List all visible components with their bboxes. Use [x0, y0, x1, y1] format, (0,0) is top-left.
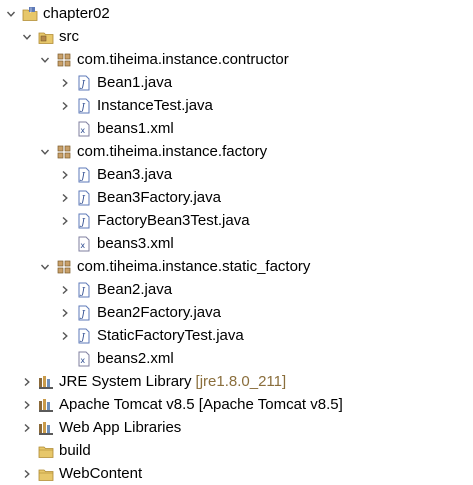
file-label: Bean2Factory.java [97, 304, 221, 321]
java-file-icon [76, 98, 92, 114]
tree-node-file[interactable]: Bean3.java [58, 163, 172, 186]
expand-chevron-right-icon[interactable] [58, 301, 72, 324]
java-file-icon [76, 190, 92, 206]
java-file-icon [76, 305, 92, 321]
tree-node-package-contructor[interactable]: com.tiheima.instance.contructor [38, 48, 289, 71]
tree-node-file[interactable]: StaticFactoryTest.java [58, 324, 244, 347]
tree-node-file[interactable]: beans3.xml [58, 232, 174, 255]
tree-node-file[interactable]: Bean2Factory.java [58, 301, 221, 324]
project-explorer-tree: chapter02 src com.tiheima.instance.contr… [0, 0, 473, 482]
expand-chevron-right-icon[interactable] [58, 163, 72, 186]
xml-file-icon [76, 351, 92, 367]
expand-chevron-down-icon[interactable] [38, 140, 52, 163]
folder-label: build [59, 442, 91, 459]
package-label: com.tiheima.instance.contructor [77, 51, 289, 68]
xml-file-icon [76, 236, 92, 252]
expand-chevron-right-icon[interactable] [58, 186, 72, 209]
tree-node-package-static-factory[interactable]: com.tiheima.instance.static_factory [38, 255, 310, 278]
tree-node-file[interactable]: Bean3Factory.java [58, 186, 221, 209]
file-label: Bean1.java [97, 74, 173, 91]
expand-chevron-right-icon[interactable] [58, 94, 72, 117]
java-project-icon [22, 6, 38, 22]
package-icon [56, 259, 72, 275]
library-icon [38, 374, 54, 390]
java-file-icon [76, 75, 92, 91]
tree-node-tomcat-library[interactable]: Apache Tomcat v8.5 [Apache Tomcat v8.5] [20, 393, 343, 416]
tree-node-src[interactable]: src [20, 25, 79, 48]
tree-node-package-factory[interactable]: com.tiheima.instance.factory [38, 140, 267, 163]
package-label: com.tiheima.instance.static_factory [77, 258, 311, 275]
java-file-icon [76, 282, 92, 298]
file-label: InstanceTest.java [97, 97, 213, 114]
package-icon [56, 144, 72, 160]
expand-chevron-down-icon[interactable] [20, 25, 34, 48]
file-label: Bean3.java [97, 166, 173, 183]
tree-node-webapp-libraries[interactable]: Web App Libraries [20, 416, 181, 439]
tree-node-file[interactable]: beans2.xml [58, 347, 174, 370]
java-file-icon [76, 167, 92, 183]
expand-chevron-down-icon[interactable] [4, 2, 18, 25]
xml-file-icon [76, 121, 92, 137]
expand-chevron-right-icon[interactable] [20, 370, 34, 393]
expand-chevron-down-icon[interactable] [38, 48, 52, 71]
tree-node-file[interactable]: FactoryBean3Test.java [58, 209, 250, 232]
folder-icon [38, 443, 54, 459]
library-icon [38, 420, 54, 436]
tree-node-project[interactable]: chapter02 [4, 2, 110, 25]
java-file-icon [76, 213, 92, 229]
folder-icon [38, 466, 54, 482]
expand-chevron-right-icon[interactable] [58, 71, 72, 94]
tree-node-file[interactable]: Bean2.java [58, 278, 172, 301]
file-label: beans3.xml [97, 235, 174, 252]
tree-node-build-folder[interactable]: build [20, 439, 91, 462]
java-file-icon [76, 328, 92, 344]
library-icon [38, 397, 54, 413]
package-icon [56, 52, 72, 68]
package-label: com.tiheima.instance.factory [77, 143, 268, 160]
expand-chevron-down-icon[interactable] [38, 255, 52, 278]
tree-node-jre-library[interactable]: JRE System Library [jre1.8.0_211] [20, 370, 286, 393]
file-label: StaticFactoryTest.java [97, 327, 244, 344]
source-folder-icon [38, 29, 54, 45]
expand-chevron-right-icon[interactable] [20, 416, 34, 439]
library-label: Web App Libraries [59, 419, 182, 436]
library-label: JRE System Library [59, 373, 192, 390]
tree-node-file[interactable]: beans1.xml [58, 117, 174, 140]
library-label: Apache Tomcat v8.5 [Apache Tomcat v8.5] [59, 396, 343, 413]
expand-chevron-right-icon[interactable] [58, 278, 72, 301]
file-label: Bean2.java [97, 281, 173, 298]
src-label: src [59, 28, 79, 45]
expand-chevron-right-icon[interactable] [58, 209, 72, 232]
file-label: beans2.xml [97, 350, 174, 367]
expand-chevron-right-icon[interactable] [58, 324, 72, 347]
file-label: Bean3Factory.java [97, 189, 221, 206]
project-label: chapter02 [43, 5, 110, 22]
file-label: FactoryBean3Test.java [97, 212, 250, 229]
tree-node-file[interactable]: Bean1.java [58, 71, 172, 94]
tree-node-file[interactable]: InstanceTest.java [58, 94, 213, 117]
library-decoration: [jre1.8.0_211] [195, 373, 287, 390]
expand-chevron-right-icon[interactable] [20, 393, 34, 416]
file-label: beans1.xml [97, 120, 174, 137]
